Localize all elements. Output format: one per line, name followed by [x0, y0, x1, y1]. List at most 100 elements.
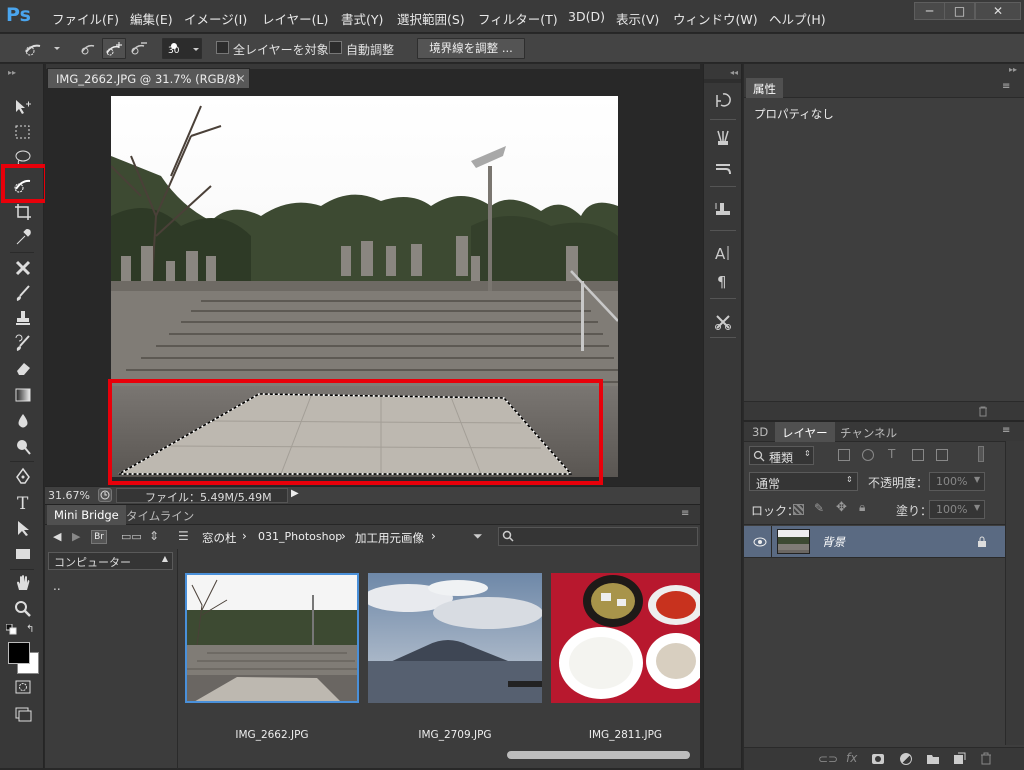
character-panel-icon[interactable]: A: [714, 244, 732, 265]
tab-channels[interactable]: チャンネル: [833, 422, 904, 442]
lock-all-icon[interactable]: 🔒︎: [859, 500, 865, 515]
lock-transparency-icon[interactable]: [793, 504, 804, 515]
menu-layer[interactable]: レイヤー(L): [262, 9, 328, 28]
document-tab[interactable]: IMG_2662.JPG @ 31.7% (RGB/8) ×: [47, 68, 250, 88]
bridge-button[interactable]: Br: [91, 530, 107, 544]
thumbnail-img-2662[interactable]: [185, 573, 359, 703]
thumbnail-img-2811[interactable]: [551, 573, 700, 703]
parent-folder-item[interactable]: ..: [53, 579, 61, 593]
opacity-field[interactable]: 100% ▼: [929, 472, 985, 491]
menu-edit[interactable]: 編集(E): [130, 9, 173, 28]
status-menu-arrow-icon[interactable]: ▶: [291, 488, 299, 499]
layer-style-fx-icon[interactable]: fx: [846, 751, 857, 765]
tab-mini-bridge[interactable]: Mini Bridge: [47, 505, 126, 525]
dodge-tool-icon[interactable]: [10, 436, 36, 458]
menu-window[interactable]: ウィンドウ(W): [673, 9, 758, 28]
menu-image[interactable]: イメージ(I): [184, 9, 247, 28]
back-arrow-icon[interactable]: ◀: [53, 530, 61, 543]
delete-layer-trash-icon[interactable]: [980, 752, 992, 765]
minimize-button[interactable]: ─: [914, 2, 945, 20]
thumbnails-scrollbar[interactable]: [507, 751, 690, 759]
collapse-toolbox-icon[interactable]: ▸▸: [8, 68, 16, 77]
collapse-panels-icon[interactable]: ◂◂: [730, 68, 738, 77]
search-field[interactable]: [498, 527, 698, 546]
type-tool-icon[interactable]: T: [10, 491, 36, 513]
menu-filter[interactable]: フィルター(T): [478, 9, 558, 28]
new-group-folder-icon[interactable]: [926, 753, 940, 765]
tab-3d[interactable]: 3D: [745, 422, 775, 442]
screen-mode-icon[interactable]: [10, 704, 36, 726]
brush-panel-icon[interactable]: [714, 159, 732, 180]
filter-adjustment-icon[interactable]: [862, 449, 874, 461]
breadcrumb-2[interactable]: 031_Photoshop: [258, 530, 342, 543]
history-panel-icon[interactable]: [714, 92, 732, 113]
lock-position-icon[interactable]: ✥: [836, 500, 847, 515]
tab-timeline[interactable]: タイムライン: [119, 505, 201, 525]
history-brush-tool-icon[interactable]: [10, 332, 36, 354]
status-info-icon[interactable]: [98, 488, 112, 502]
blend-mode-dropdown[interactable]: 通常 ⇕: [749, 472, 858, 491]
paragraph-panel-icon[interactable]: ¶: [714, 272, 732, 293]
filter-pixel-icon[interactable]: [838, 449, 850, 461]
menu-type[interactable]: 書式(Y): [341, 9, 383, 28]
quick-mask-icon[interactable]: [10, 676, 36, 698]
tab-properties[interactable]: 属性: [746, 78, 783, 98]
filter-icon[interactable]: ⏷: [473, 529, 483, 544]
filter-shape-icon[interactable]: [912, 449, 924, 461]
path-tree-icon[interactable]: ☰: [178, 529, 189, 543]
maximize-button[interactable]: □: [944, 2, 975, 20]
crop-tool-icon[interactable]: [10, 201, 36, 223]
add-mask-icon[interactable]: [872, 754, 884, 764]
view-options-icon[interactable]: ▭▭: [121, 530, 142, 543]
blur-tool-icon[interactable]: [10, 410, 36, 432]
lock-pixels-icon[interactable]: ✎: [814, 501, 824, 515]
sort-icon[interactable]: ⇕: [149, 529, 159, 543]
brush-preset-panel-icon[interactable]: [714, 129, 732, 150]
hand-tool-icon[interactable]: [10, 572, 36, 594]
link-layers-icon[interactable]: ⊂⊃: [818, 752, 838, 766]
location-dropdown[interactable]: コンピューター ▲: [48, 552, 173, 570]
layer-filter-kind-dropdown[interactable]: 種類 ⇕: [749, 446, 814, 465]
adjustment-layer-icon[interactable]: [900, 753, 912, 765]
breadcrumb-3[interactable]: 加工用元画像: [355, 530, 424, 546]
trash-icon[interactable]: [977, 405, 989, 417]
eyedropper-tool-icon[interactable]: [10, 226, 36, 248]
brush-tool-icon[interactable]: [10, 282, 36, 304]
tool-presets-panel-icon[interactable]: [714, 313, 732, 334]
rectangle-tool-icon[interactable]: [10, 543, 36, 565]
filter-type-icon[interactable]: T: [888, 447, 895, 461]
move-tool-icon[interactable]: [10, 96, 36, 118]
panel-menu-icon[interactable]: ≡: [1002, 81, 1010, 92]
new-selection-mode-icon[interactable]: [78, 38, 100, 59]
menu-view[interactable]: 表示(V): [616, 9, 659, 28]
filter-toggle[interactable]: [978, 446, 984, 462]
layer-name[interactable]: 背景: [822, 534, 845, 550]
menu-file[interactable]: ファイル(F): [52, 9, 119, 28]
breadcrumb-1[interactable]: 窓の杜: [202, 530, 237, 546]
menu-select[interactable]: 選択範囲(S): [397, 9, 465, 28]
layer-row-background[interactable]: 背景: [744, 526, 1006, 558]
foreground-color-swatch[interactable]: [8, 642, 30, 664]
thumbnail-img-2709[interactable]: [368, 573, 542, 703]
eraser-tool-icon[interactable]: [10, 357, 36, 379]
forward-arrow-icon[interactable]: ▶: [72, 530, 80, 543]
path-selection-tool-icon[interactable]: [10, 517, 36, 539]
close-tab-icon[interactable]: ×: [236, 71, 246, 85]
healing-brush-tool-icon[interactable]: [10, 257, 36, 279]
menu-3d[interactable]: 3D(D): [568, 9, 605, 24]
menu-help[interactable]: ヘルプ(H): [769, 9, 826, 28]
panel-menu-icon[interactable]: ≡: [1002, 425, 1010, 436]
new-layer-icon[interactable]: [952, 752, 966, 765]
close-button[interactable]: ✕: [975, 2, 1021, 20]
zoom-level[interactable]: 31.67%: [48, 489, 90, 502]
gradient-tool-icon[interactable]: [10, 384, 36, 406]
zoom-tool-icon[interactable]: [10, 598, 36, 620]
add-to-selection-mode-icon[interactable]: [102, 38, 126, 59]
default-colors-icon[interactable]: [5, 623, 18, 636]
subtract-from-selection-mode-icon[interactable]: [128, 38, 150, 59]
swap-colors-icon[interactable]: ↰: [26, 624, 38, 636]
tool-preset-picker[interactable]: [20, 38, 62, 59]
fill-field[interactable]: 100% ▼: [929, 500, 985, 519]
clone-source-panel-icon[interactable]: [714, 201, 732, 222]
brush-size-picker[interactable]: 30: [162, 38, 202, 59]
